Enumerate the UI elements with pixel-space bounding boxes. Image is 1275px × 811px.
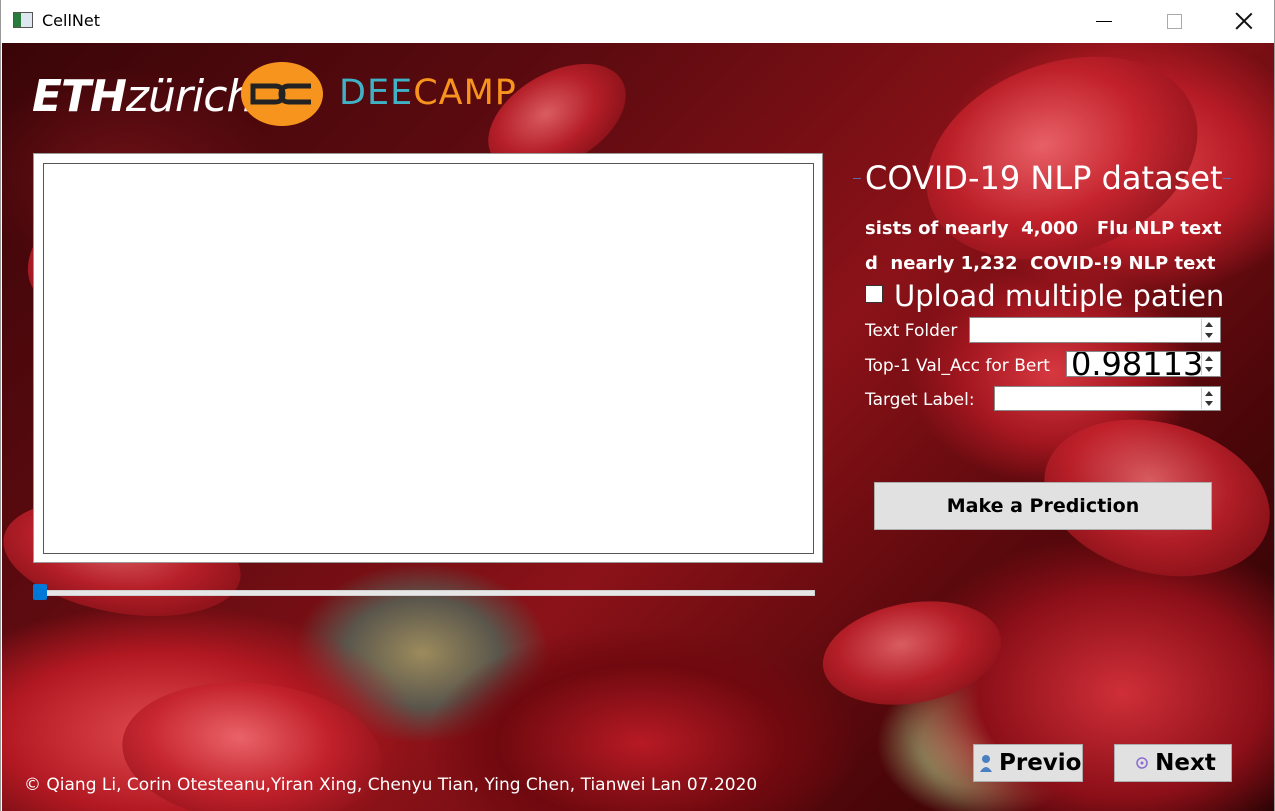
upload-multiple-label: Upload multiple patien xyxy=(894,283,1222,313)
target-label-label: Target Label: xyxy=(865,390,975,410)
copyright-footer: © Qiang Li, Corin Otesteanu,Yiran Xing, … xyxy=(24,775,758,795)
spin-down-icon[interactable] xyxy=(1205,333,1213,338)
spin-down-icon[interactable] xyxy=(1205,367,1213,372)
val-acc-label: Top-1 Val_Acc for Bert xyxy=(865,356,1050,376)
maximize-button[interactable] xyxy=(1151,4,1197,38)
target-label-field[interactable] xyxy=(994,386,1221,411)
title-tick-right xyxy=(1223,178,1231,179)
title-tick-left xyxy=(853,178,861,179)
person-icon xyxy=(978,753,994,773)
eth-zurich-logo: ETHzürich xyxy=(32,71,254,122)
minimize-icon xyxy=(1096,20,1112,22)
deecamp-logo: DEECAMP xyxy=(339,73,517,113)
blood-cell-shape xyxy=(814,588,1010,718)
title-bar[interactable]: CellNet xyxy=(1,0,1274,43)
close-button[interactable] xyxy=(1221,4,1267,38)
val-acc-spin-arrows[interactable] xyxy=(1201,353,1218,375)
dataset-description-line2: d nearly 1,232 COVID-!9 NLP text da xyxy=(865,253,1222,274)
spin-up-icon[interactable] xyxy=(1205,391,1213,396)
image-display-area xyxy=(43,163,814,554)
target-label-spin-arrows[interactable] xyxy=(1201,388,1218,409)
dataset-description-line1: sists of nearly 4,000 Flu NLP text da xyxy=(865,218,1222,239)
val-acc-value: 0.98113 xyxy=(1071,351,1204,377)
background-image: ETHzürich DEECAMP COVID-19 NLP dataset s… xyxy=(2,43,1274,811)
app-icon xyxy=(13,12,33,28)
target-icon xyxy=(1134,753,1150,773)
next-label: Next xyxy=(1155,750,1216,776)
deecamp-badge-icon xyxy=(241,62,323,126)
spin-up-icon[interactable] xyxy=(1205,356,1213,361)
spin-down-icon[interactable] xyxy=(1205,401,1213,406)
dataset-title: COVID-19 NLP dataset xyxy=(865,159,1222,197)
text-folder-label: Text Folder xyxy=(865,321,958,341)
previous-button[interactable]: Previou xyxy=(973,744,1083,782)
app-window: CellNet ETHzürich DEECAMP COVID-19 NLP d… xyxy=(0,0,1275,811)
text-folder-field[interactable] xyxy=(969,317,1221,343)
slider-track[interactable] xyxy=(33,590,815,596)
minimize-button[interactable] xyxy=(1081,4,1127,38)
val-acc-spinbox[interactable]: 0.98113 xyxy=(1066,351,1221,377)
previous-label: Previou xyxy=(999,750,1082,776)
image-slider[interactable] xyxy=(33,582,815,602)
spin-up-icon[interactable] xyxy=(1205,322,1213,327)
maximize-icon xyxy=(1166,13,1182,29)
text-folder-spin-arrows[interactable] xyxy=(1201,319,1218,341)
next-button[interactable]: Next xyxy=(1114,744,1232,782)
close-icon xyxy=(1235,12,1253,30)
upload-multiple-checkbox[interactable] xyxy=(865,285,883,303)
image-display-frame xyxy=(33,153,823,563)
slider-handle[interactable] xyxy=(33,584,47,600)
make-prediction-button[interactable]: Make a Prediction xyxy=(874,482,1212,530)
upload-multiple-checkbox-row[interactable]: Upload multiple patien xyxy=(865,283,1222,313)
window-title: CellNet xyxy=(42,11,100,30)
